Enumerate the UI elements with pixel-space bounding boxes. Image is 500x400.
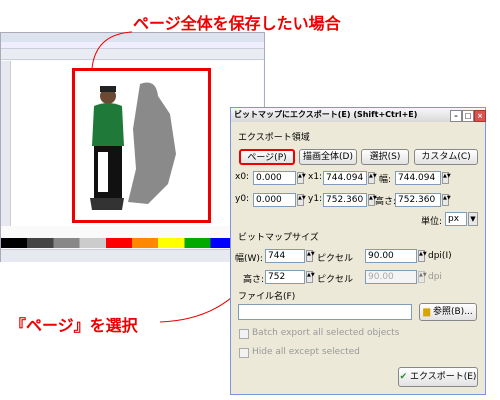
export-bitmap-dialog: ビットマップにエクスポート(E) (Shift+Ctrl+E) – □ × エク… — [230, 107, 486, 395]
x1-spinner[interactable]: ▲▼ — [368, 172, 377, 184]
dpi-height-spinner: ▲▼ — [418, 271, 427, 283]
bitmap-height-spinner[interactable]: ▲▼ — [306, 271, 315, 283]
custom-button[interactable]: カスタム(C) — [414, 149, 478, 165]
browse-button-label: 参照(B)... — [433, 307, 473, 317]
dpi-height-field: 90.00 — [365, 270, 417, 284]
bitmap-height-field[interactable]: 752 — [265, 270, 305, 284]
bitmap-width-label: 幅(W): — [235, 254, 263, 264]
y1-label: y1: — [308, 194, 323, 204]
dpi-label: dpi(I) — [428, 251, 452, 261]
width-field[interactable]: 744.094 — [395, 171, 441, 185]
toolbox[interactable] — [1, 61, 11, 226]
dialog-titlebar[interactable]: ビットマップにエクスポート(E) (Shift+Ctrl+E) – □ × — [231, 108, 486, 122]
export-area-heading: エクスポート領域 — [238, 133, 310, 143]
y0-label: y0: — [235, 194, 250, 204]
restore-icon[interactable]: □ — [462, 110, 474, 122]
y1-spinner[interactable]: ▲▼ — [368, 194, 377, 206]
drawing-button[interactable]: 描画全体(D) — [299, 149, 357, 165]
y0-field[interactable]: 0.000 — [253, 193, 296, 207]
width-spinner[interactable]: ▲▼ — [442, 172, 451, 184]
bitmap-width-spinner[interactable]: ▲▼ — [306, 250, 315, 262]
x0-field[interactable]: 0.000 — [253, 171, 296, 185]
x0-label: x0: — [235, 172, 250, 182]
hide-except-checkbox[interactable] — [239, 348, 249, 358]
callout-top: ページ全体を保存したい場合 — [133, 14, 341, 33]
page-button[interactable]: ページ(P) — [239, 149, 295, 165]
height-field[interactable]: 752.360 — [395, 193, 441, 207]
x1-field[interactable]: 744.094 — [323, 171, 367, 185]
bitmap-size-heading: ビットマップサイズ — [238, 233, 319, 243]
batch-export-checkbox[interactable] — [239, 329, 249, 339]
height-label: 高さ: — [375, 197, 397, 207]
width-label: 幅: — [379, 175, 392, 185]
bitmap-width-unit: ピクセル — [317, 254, 354, 264]
callout-bottom: 『ページ』を選択 — [10, 316, 138, 335]
batch-export-label: Batch export all selected objects — [252, 328, 400, 338]
close-icon[interactable]: × — [474, 110, 486, 122]
bitmap-width-field[interactable]: 744 — [265, 249, 305, 263]
export-button-label: エクスポート(E) — [409, 372, 477, 382]
unit-select[interactable]: px — [445, 212, 467, 226]
folder-icon: ▆ — [423, 307, 431, 317]
x1-label: x1: — [308, 172, 323, 182]
bitmap-height-label: 高さ: — [243, 275, 265, 285]
chevron-down-icon[interactable]: ▼ — [468, 212, 478, 226]
export-button[interactable]: ✔ エクスポート(E) — [398, 367, 478, 387]
dpi-height-label: dpi — [428, 272, 442, 282]
filename-input[interactable] — [238, 304, 412, 320]
selection-button[interactable]: 選択(S) — [361, 149, 409, 165]
browse-button[interactable]: ▆ 参照(B)... — [419, 303, 477, 321]
hide-except-label: Hide all except selected — [252, 347, 360, 357]
unit-label: 単位: — [421, 217, 443, 227]
checkmark-icon: ✔ — [399, 372, 408, 382]
dpi-field[interactable]: 90.00 — [365, 249, 417, 263]
minimize-icon[interactable]: – — [450, 110, 462, 122]
bitmap-height-unit: ピクセル — [317, 275, 354, 285]
height-spinner[interactable]: ▲▼ — [442, 194, 451, 206]
callout-top-line — [91, 31, 133, 69]
x0-spinner[interactable]: ▲▼ — [297, 172, 306, 184]
y1-field[interactable]: 752.360 — [323, 193, 367, 207]
y0-spinner[interactable]: ▲▼ — [297, 194, 306, 206]
dpi-spinner[interactable]: ▲▼ — [418, 250, 427, 262]
dialog-title: ビットマップにエクスポート(E) (Shift+Ctrl+E) — [234, 110, 418, 119]
filename-label: ファイル名(F) — [238, 292, 296, 302]
